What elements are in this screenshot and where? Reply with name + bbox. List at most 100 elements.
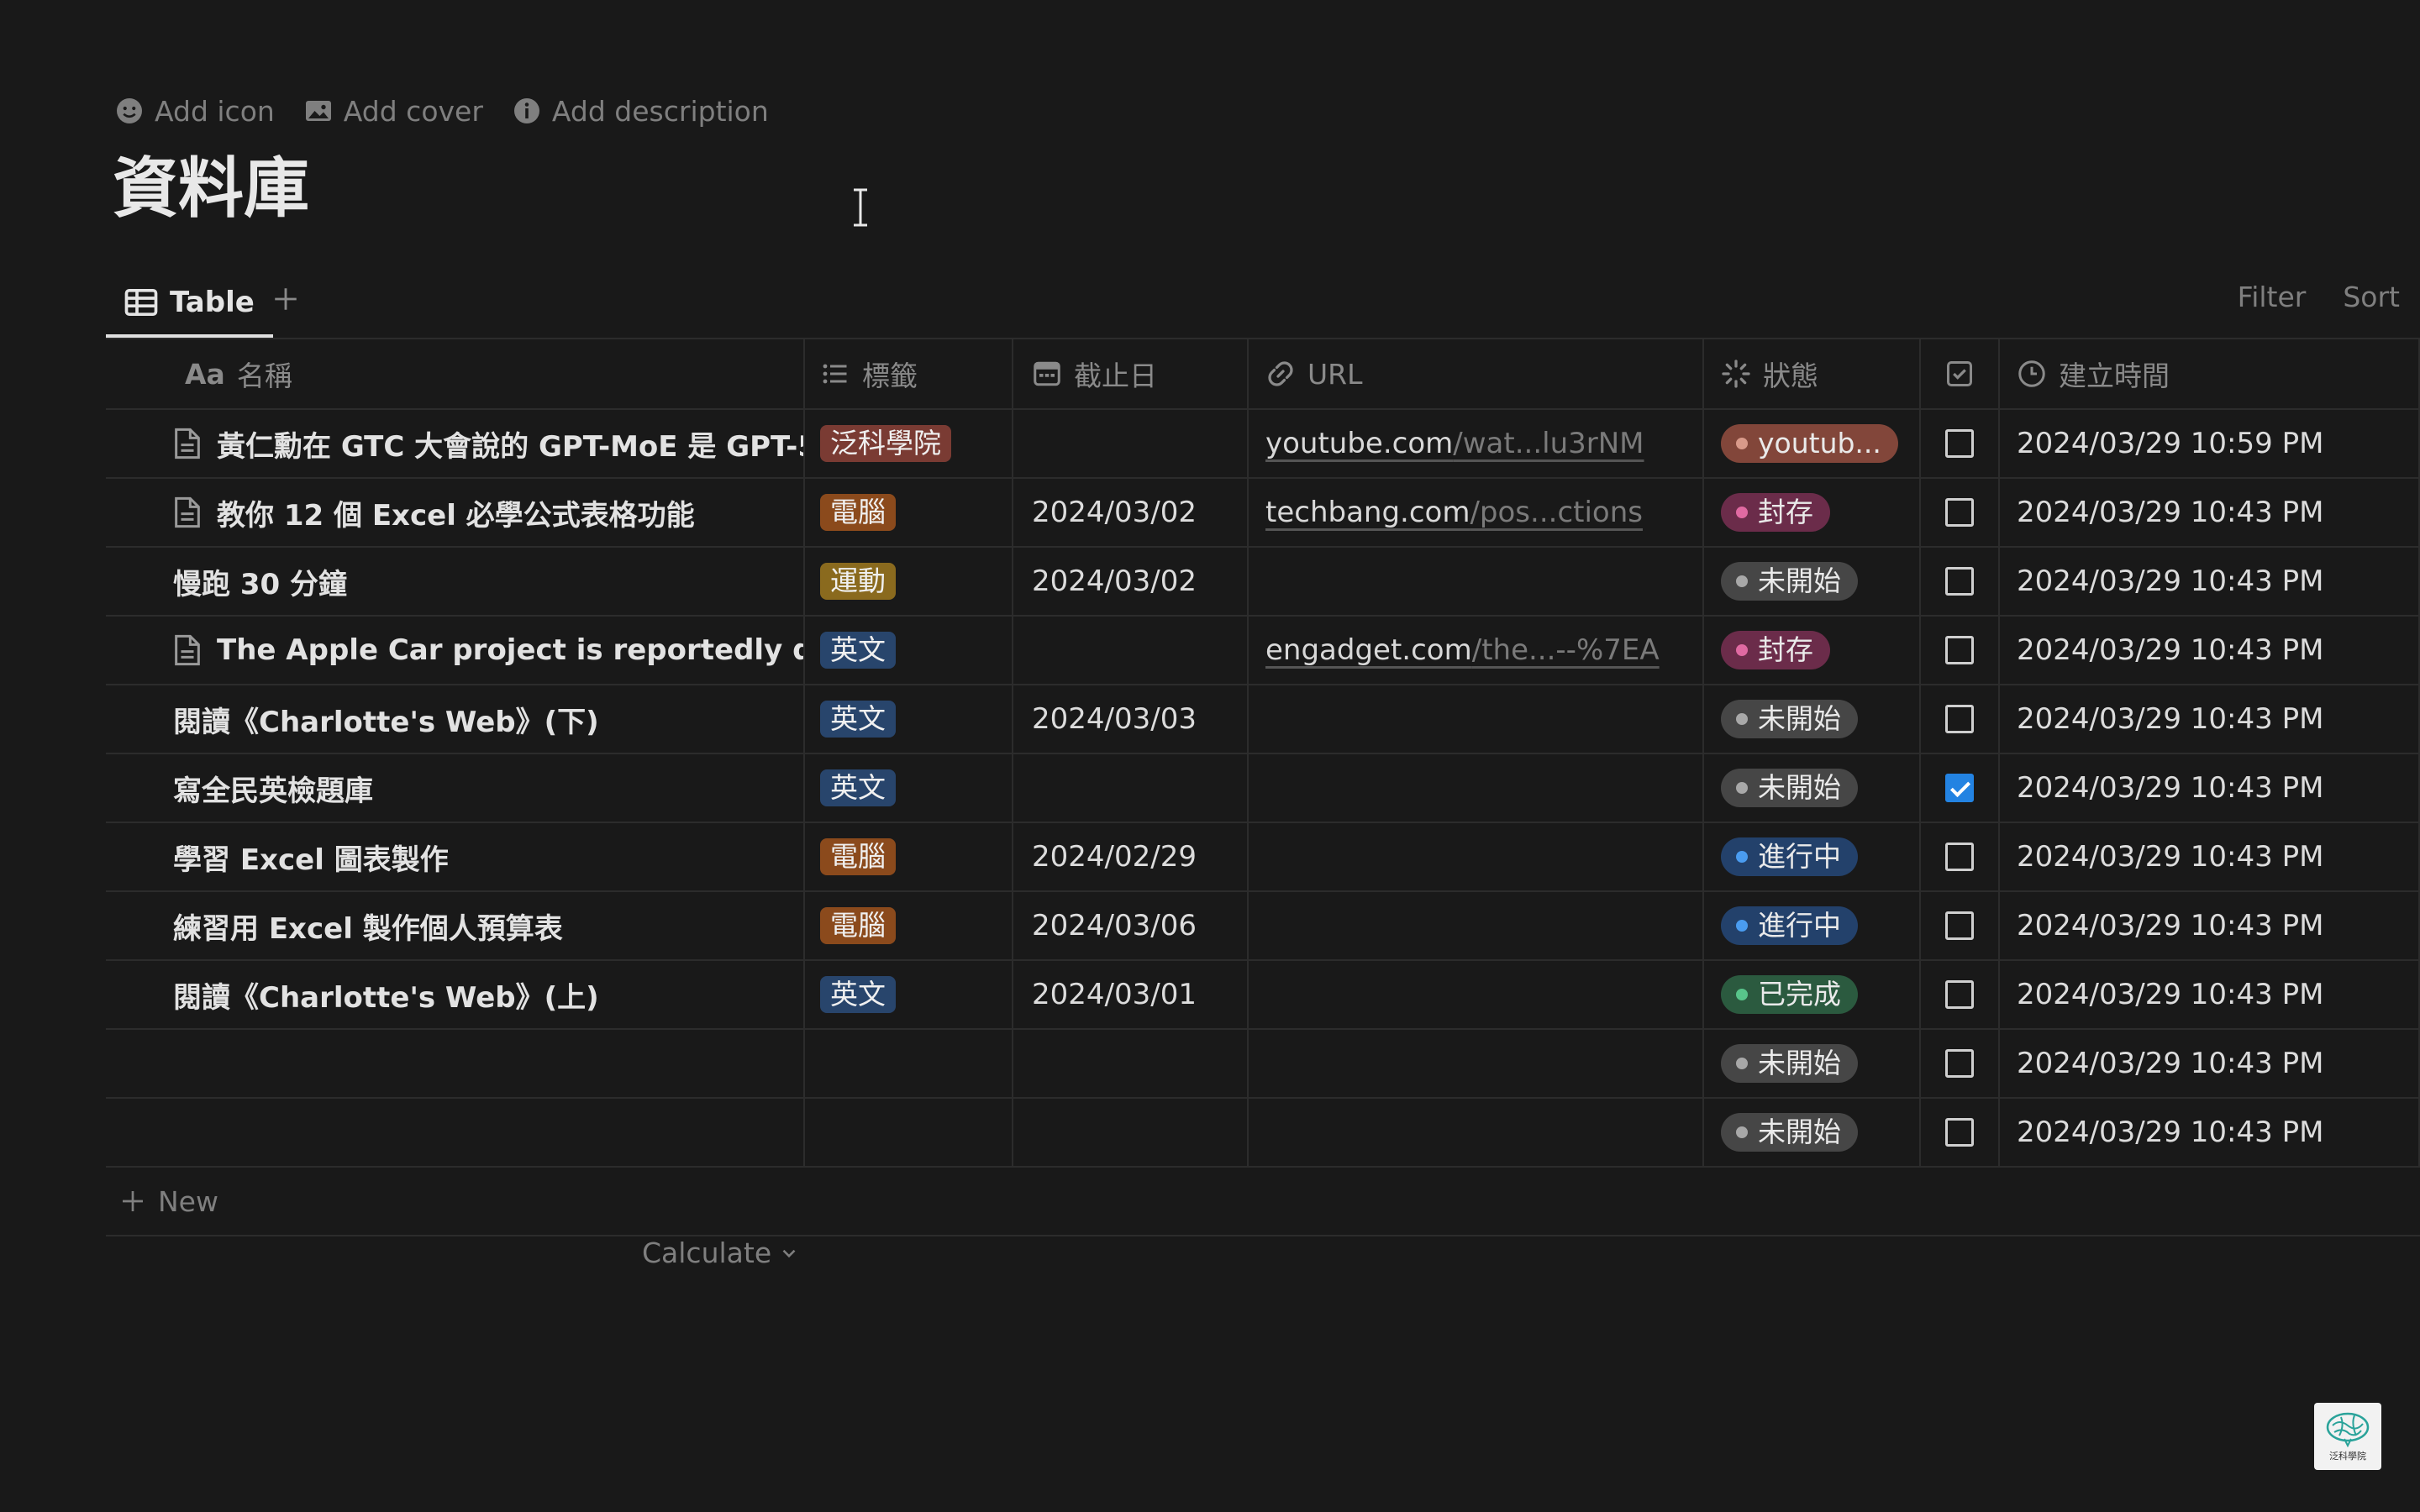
url-link-path[interactable]: /wat...lu3rNM — [1453, 427, 1644, 460]
cell-name[interactable]: 練習用 Excel 製作個人預算表 — [106, 892, 805, 959]
cell-status[interactable]: 未開始 — [1704, 548, 1921, 615]
table-row[interactable]: 慢跑 30 分鐘 運動 2024/03/02 未開始 2024/03/29 10:43 … — [106, 548, 2420, 617]
filter-button[interactable]: Filter — [2238, 281, 2307, 313]
column-header-checkbox[interactable] — [1921, 339, 2000, 408]
column-header-created[interactable]: 建立時間 — [2000, 339, 2420, 408]
add-description-button[interactable]: Add description — [512, 95, 769, 128]
row-checkbox[interactable] — [1945, 1118, 1974, 1147]
table-row[interactable]: 未開始 2024/03/29 10:43 PM — [106, 1099, 2420, 1168]
cell-name[interactable]: 教你 12 個 Excel 必學公式表格功能 — [106, 479, 805, 546]
cell-status[interactable]: 未開始 — [1704, 1099, 1921, 1166]
cell-url[interactable] — [1249, 685, 1704, 753]
add-icon-button[interactable]: Add icon — [114, 95, 275, 128]
cell-url[interactable] — [1249, 1099, 1704, 1166]
cell-url[interactable] — [1249, 1030, 1704, 1097]
row-checkbox[interactable] — [1945, 843, 1974, 871]
url-link-host[interactable]: engadget.com — [1265, 633, 1472, 667]
page-title[interactable]: 資料庫 — [113, 156, 309, 222]
column-header-name[interactable]: Aa 名稱 — [106, 339, 805, 408]
row-title[interactable]: 閱讀《Charlotte's Web》(上) — [173, 974, 599, 1016]
cell-url[interactable]: techbang.com/pos...ctions — [1249, 479, 1704, 546]
table-row[interactable]: 未開始 2024/03/29 10:43 PM — [106, 1030, 2420, 1099]
table-row[interactable]: 黃仁勳在 GTC 大會說的 GPT-MoE 是 GPT-5 嗎泛科學院 youtu… — [106, 410, 2420, 479]
cell-due[interactable]: 2024/03/02 — [1013, 479, 1249, 546]
column-header-status[interactable]: 狀態 — [1704, 339, 1921, 408]
cell-url[interactable] — [1249, 961, 1704, 1028]
row-checkbox[interactable] — [1945, 498, 1974, 527]
table-row[interactable]: 學習 Excel 圖表製作 電腦 2024/02/29 進行中 2024/03/29 1… — [106, 823, 2420, 892]
cell-url[interactable] — [1249, 823, 1704, 890]
add-cover-button[interactable]: Add cover — [303, 95, 483, 128]
row-title[interactable]: 寫全民英檢題庫 — [173, 768, 373, 809]
cell-tags[interactable]: 英文 — [805, 685, 1013, 753]
row-title[interactable]: 慢跑 30 分鐘 — [173, 561, 347, 602]
cell-tags[interactable]: 電腦 — [805, 823, 1013, 890]
table-row[interactable]: 練習用 Excel 製作個人預算表 電腦 2024/03/06 進行中 2024/03/… — [106, 892, 2420, 961]
row-checkbox[interactable] — [1945, 429, 1974, 458]
cell-due[interactable]: 2024/03/01 — [1013, 961, 1249, 1028]
cell-url[interactable] — [1249, 892, 1704, 959]
cell-status[interactable]: 未開始 — [1704, 754, 1921, 822]
cell-due[interactable]: 2024/03/02 — [1013, 548, 1249, 615]
calculate-button[interactable]: Calculate — [642, 1236, 800, 1269]
cell-status[interactable]: 已完成 — [1704, 961, 1921, 1028]
row-checkbox[interactable] — [1945, 774, 1974, 802]
cell-name[interactable]: 慢跑 30 分鐘 — [106, 548, 805, 615]
cell-tags[interactable]: 運動 — [805, 548, 1013, 615]
cell-status[interactable]: 進行中 — [1704, 823, 1921, 890]
cell-name[interactable] — [106, 1030, 805, 1097]
column-header-tags[interactable]: 標籤 — [805, 339, 1013, 408]
row-checkbox[interactable] — [1945, 705, 1974, 733]
url-link-path[interactable]: /the...--%7EA — [1472, 633, 1660, 667]
add-view-button[interactable] — [266, 279, 306, 319]
cell-name[interactable]: 學習 Excel 圖表製作 — [106, 823, 805, 890]
cell-status[interactable]: youtub... — [1704, 410, 1921, 477]
row-checkbox[interactable] — [1945, 636, 1974, 664]
sort-button[interactable]: Sort — [2343, 281, 2400, 313]
row-checkbox[interactable] — [1945, 911, 1974, 940]
cell-name[interactable]: 寫全民英檢題庫 — [106, 754, 805, 822]
cell-due[interactable] — [1013, 1099, 1249, 1166]
cell-name[interactable] — [106, 1099, 805, 1166]
cell-tags[interactable]: 英文 — [805, 754, 1013, 822]
cell-due[interactable]: 2024/02/29 — [1013, 823, 1249, 890]
cell-due[interactable] — [1013, 754, 1249, 822]
cell-due[interactable] — [1013, 617, 1249, 684]
row-checkbox[interactable] — [1945, 980, 1974, 1009]
table-row[interactable]: 寫全民英檢題庫 英文 未開始 2024/03/29 10:43 PM — [106, 754, 2420, 823]
cell-tags[interactable] — [805, 1099, 1013, 1166]
cell-tags[interactable]: 電腦 — [805, 892, 1013, 959]
cell-status[interactable]: 進行中 — [1704, 892, 1921, 959]
row-checkbox[interactable] — [1945, 567, 1974, 596]
cell-due[interactable]: 2024/03/06 — [1013, 892, 1249, 959]
new-row-button[interactable]: New — [106, 1168, 2420, 1236]
table-row[interactable]: 閱讀《Charlotte's Web》(上) 英文 2024/03/01 已完成 202… — [106, 961, 2420, 1030]
cell-name[interactable]: 黃仁勳在 GTC 大會說的 GPT-MoE 是 GPT-5 嗎 — [106, 410, 805, 477]
url-link-path[interactable]: /pos...ctions — [1470, 496, 1643, 529]
row-title[interactable]: 練習用 Excel 製作個人預算表 — [173, 906, 563, 947]
cell-url[interactable]: youtube.com/wat...lu3rNM — [1249, 410, 1704, 477]
table-row[interactable]: 教你 12 個 Excel 必學公式表格功能 電腦 2024/03/02 techba… — [106, 479, 2420, 548]
row-title[interactable]: The Apple Car project is reportedly dead — [217, 633, 803, 667]
cell-status[interactable]: 未開始 — [1704, 1030, 1921, 1097]
cell-tags[interactable]: 電腦 — [805, 479, 1013, 546]
column-header-url[interactable]: URL — [1249, 339, 1704, 408]
cell-due[interactable] — [1013, 1030, 1249, 1097]
column-header-due[interactable]: 截止日 — [1013, 339, 1249, 408]
cell-tags[interactable] — [805, 1030, 1013, 1097]
cell-due[interactable]: 2024/03/03 — [1013, 685, 1249, 753]
tab-table[interactable]: Table — [106, 270, 273, 338]
cell-due[interactable] — [1013, 410, 1249, 477]
cell-name[interactable]: 閱讀《Charlotte's Web》(下) — [106, 685, 805, 753]
cell-status[interactable]: 未開始 — [1704, 685, 1921, 753]
url-link-host[interactable]: youtube.com — [1265, 427, 1453, 460]
cell-url[interactable] — [1249, 754, 1704, 822]
row-checkbox[interactable] — [1945, 1049, 1974, 1078]
cell-tags[interactable]: 英文 — [805, 961, 1013, 1028]
url-link-host[interactable]: techbang.com — [1265, 496, 1470, 529]
cell-name[interactable]: The Apple Car project is reportedly dead — [106, 617, 805, 684]
row-title[interactable]: 閱讀《Charlotte's Web》(下) — [173, 699, 599, 740]
table-row[interactable]: 閱讀《Charlotte's Web》(下) 英文 2024/03/03 未開始 202… — [106, 685, 2420, 754]
cell-url[interactable]: engadget.com/the...--%7EA — [1249, 617, 1704, 684]
cell-name[interactable]: 閱讀《Charlotte's Web》(上) — [106, 961, 805, 1028]
